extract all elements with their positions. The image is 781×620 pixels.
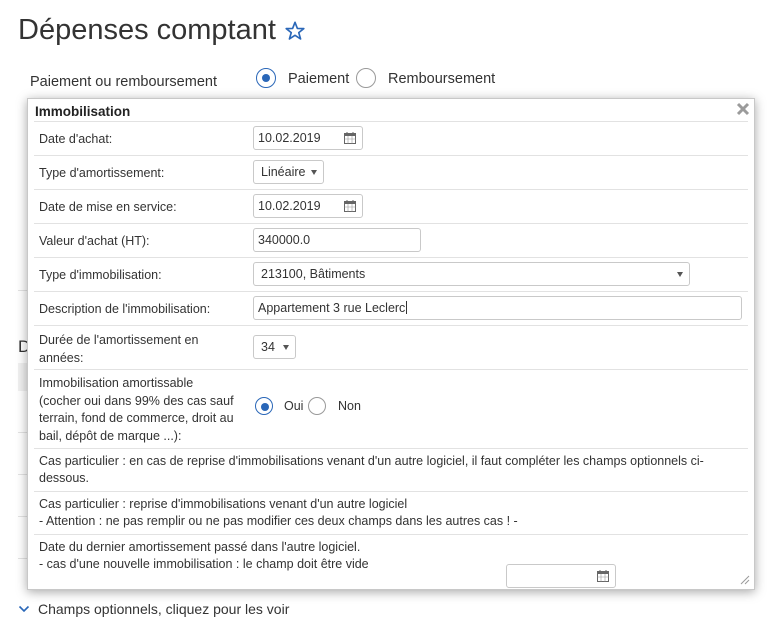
type-immobilisation-label: Type d'immobilisation:: [39, 268, 162, 282]
optional-fields-label: Champs optionnels, cliquez pour les voir: [38, 601, 290, 617]
duree-label-line2: années:: [39, 351, 84, 365]
payment-label: Paiement ou remboursement: [30, 74, 217, 90]
duree-label: Durée de l'amortissement en années:: [39, 331, 198, 367]
non-label: Non: [338, 399, 361, 413]
immobilisation-dialog: Immobilisation Date d'achat: 10.02.2019: [27, 98, 755, 590]
resize-handle-icon[interactable]: [740, 575, 750, 585]
refund-radio-label: Remboursement: [388, 71, 496, 87]
row-type-immobilisation: Type d'immobilisation: 213100, Bâtiments: [34, 257, 748, 291]
amortissable-line4: bail, dépôt de marque ...):: [39, 428, 182, 443]
non-radio[interactable]: [308, 397, 326, 415]
row-amortissable: Immobilisation amortissable (cocher oui …: [34, 369, 748, 448]
amortissable-label: Immobilisation amortissable (cocher oui …: [39, 375, 234, 445]
payment-row: Paiement ou remboursement Paiement Rembo…: [30, 66, 590, 94]
row-type-amortissement: Type d'amortissement: Linéaire: [34, 155, 748, 189]
date-service-input[interactable]: 10.02.2019: [253, 194, 363, 218]
note-attention-line2: - Attention : ne pas remplir ou ne pas m…: [39, 514, 518, 528]
dropdown-arrow-icon: [677, 272, 683, 277]
note-reprise-text: Cas particulier : en cas de reprise d'im…: [39, 453, 742, 487]
valeur-achat-input[interactable]: 340000.0: [253, 228, 421, 252]
calendar-icon[interactable]: [597, 570, 609, 582]
dropdown-arrow-icon: [283, 345, 289, 350]
dernier-amortissement-input[interactable]: [506, 564, 616, 588]
type-amortissement-label: Type d'amortissement:: [39, 166, 165, 180]
dialog-form: Date d'achat: 10.02.2019 Type d'amortiss…: [34, 121, 748, 589]
dialog-title: Immobilisation: [35, 104, 131, 119]
duree-label-line1: Durée de l'amortissement en: [39, 333, 199, 347]
star-icon[interactable]: [284, 20, 306, 42]
note-attention-line1: Cas particulier : reprise d'immobilisati…: [39, 497, 408, 511]
page-title: Dépenses comptant: [18, 14, 306, 47]
oui-label: Oui: [284, 399, 304, 413]
row-valeur-achat: Valeur d'achat (HT): 340000.0: [34, 223, 748, 257]
amortissable-line2: (cocher oui dans 99% des cas sauf: [39, 393, 234, 408]
dernier-amortissement-line1: Date du dernier amortissement passé dans…: [39, 540, 361, 554]
row-description: Description de l'immobilisation: Apparte…: [34, 291, 748, 325]
description-input[interactable]: Appartement 3 rue Leclerc: [253, 296, 742, 320]
valeur-achat-value: 340000.0: [258, 233, 311, 247]
date-achat-value: 10.02.2019: [258, 131, 321, 145]
row-dernier-amortissement: Date du dernier amortissement passé dans…: [34, 534, 748, 589]
amortissable-line1: Immobilisation amortissable: [39, 376, 194, 390]
note-reprise-line2: dessous.: [39, 471, 90, 485]
amortissable-line3: terrain, fond de commerce, droit au: [39, 411, 234, 425]
close-icon[interactable]: [735, 101, 751, 117]
dernier-amortissement-text: Date du dernier amortissement passé dans…: [39, 539, 548, 573]
row-note-attention: Cas particulier : reprise d'immobilisati…: [34, 491, 748, 534]
chevron-down-icon: [18, 605, 30, 613]
refund-radio[interactable]: [356, 68, 376, 88]
calendar-icon[interactable]: [344, 200, 356, 212]
optional-fields-toggle[interactable]: Champs optionnels, cliquez pour les voir: [18, 601, 289, 617]
note-attention-text: Cas particulier : reprise d'immobilisati…: [39, 496, 742, 530]
type-immobilisation-select[interactable]: 213100, Bâtiments: [253, 262, 690, 286]
page-title-text: Dépenses comptant: [18, 14, 276, 46]
description-value: Appartement 3 rue Leclerc: [258, 301, 406, 315]
row-date-service: Date de mise en service: 10.02.2019: [34, 189, 748, 223]
date-achat-input[interactable]: 10.02.2019: [253, 126, 363, 150]
duree-value: 34: [261, 340, 275, 354]
row-date-achat: Date d'achat: 10.02.2019: [34, 121, 748, 155]
type-amortissement-value: Linéaire: [261, 165, 306, 179]
date-service-value: 10.02.2019: [258, 199, 321, 213]
type-amortissement-select[interactable]: Linéaire: [253, 160, 324, 184]
type-immobilisation-value: 213100, Bâtiments: [261, 267, 366, 281]
payment-radio[interactable]: [256, 68, 276, 88]
description-label: Description de l'immobilisation:: [39, 302, 211, 316]
calendar-icon[interactable]: [344, 132, 356, 144]
date-service-label: Date de mise en service:: [39, 200, 177, 214]
duree-select[interactable]: 34: [253, 335, 296, 359]
note-reprise-line1: Cas particulier : en cas de reprise d'im…: [39, 454, 704, 468]
dernier-amortissement-line2: - cas d'une nouvelle immobilisation : le…: [39, 557, 369, 571]
row-duree: Durée de l'amortissement en années: 34: [34, 325, 748, 369]
payment-radio-label: Paiement: [288, 71, 350, 87]
date-achat-label: Date d'achat:: [39, 132, 113, 146]
text-cursor: [406, 301, 408, 314]
oui-radio[interactable]: [255, 397, 273, 415]
dropdown-arrow-icon: [311, 170, 317, 175]
row-note-reprise: Cas particulier : en cas de reprise d'im…: [34, 448, 748, 491]
valeur-achat-label: Valeur d'achat (HT):: [39, 234, 150, 248]
